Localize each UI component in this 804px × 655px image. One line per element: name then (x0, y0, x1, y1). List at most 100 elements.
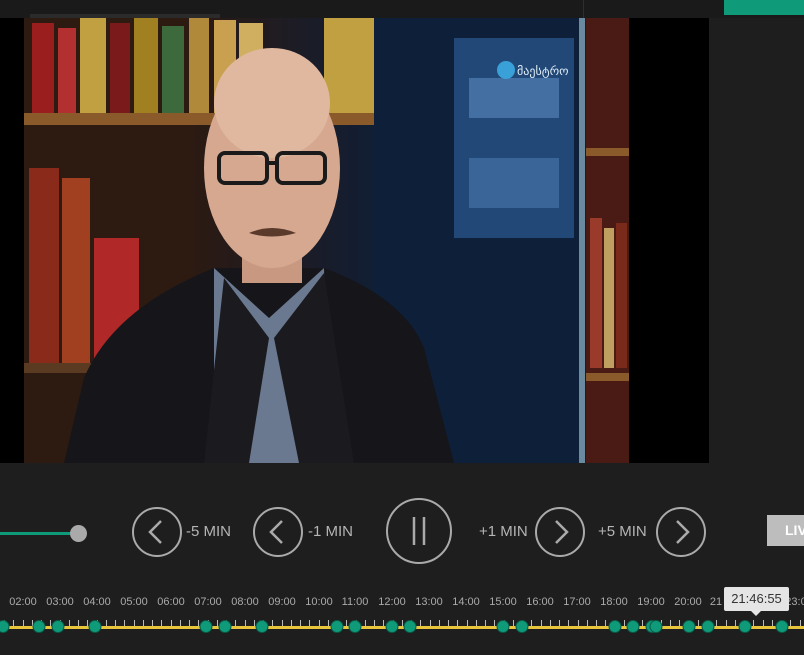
program-marker[interactable] (385, 620, 399, 633)
hour-tick-label: 16:00 (526, 596, 554, 608)
hour-tick-label: 21 (709, 596, 723, 608)
hour-tick-label: 10:00 (305, 596, 333, 608)
hour-tick-label: 13:00 (415, 596, 443, 608)
forward-5min-button[interactable] (656, 507, 706, 557)
program-marker[interactable] (701, 620, 715, 633)
hour-tick-label: 18:00 (600, 596, 628, 608)
chevron-left-icon (269, 520, 283, 544)
program-marker[interactable] (51, 620, 65, 633)
minor-tick (624, 620, 625, 626)
minor-tick (679, 620, 680, 626)
program-marker[interactable] (199, 620, 213, 633)
hour-tick-label: 05:00 (120, 596, 148, 608)
hour-tick-label: 19:00 (637, 596, 665, 608)
hour-tick-label: 12:00 (378, 596, 406, 608)
program-marker[interactable] (403, 620, 417, 633)
forward-1min-button[interactable] (535, 507, 585, 557)
minor-tick (568, 620, 569, 626)
program-marker[interactable] (775, 620, 789, 633)
program-marker[interactable] (738, 620, 752, 633)
minor-tick (513, 620, 514, 626)
hour-tick-label: 09:00 (268, 596, 296, 608)
minor-tick (716, 620, 717, 626)
minor-tick (578, 620, 579, 626)
rewind-5min-label: -5 MIN (186, 523, 231, 540)
hour-tick-label: 15:00 (489, 596, 517, 608)
video-scene: მაესტრო (24, 18, 629, 463)
minor-tick (365, 620, 366, 626)
pause-icon (412, 517, 426, 545)
minor-tick (550, 620, 551, 626)
minor-tick (420, 620, 421, 626)
minor-tick (319, 620, 320, 626)
minor-tick (541, 620, 542, 626)
minor-tick (494, 620, 495, 626)
live-button[interactable]: LIV (767, 515, 804, 546)
program-marker[interactable] (0, 620, 10, 633)
minor-tick (180, 620, 181, 626)
minor-tick (13, 620, 14, 626)
program-marker[interactable] (218, 620, 232, 633)
rewind-5min-button[interactable] (132, 507, 182, 557)
minor-tick (457, 620, 458, 626)
minor-tick (78, 620, 79, 626)
minor-tick (152, 620, 153, 626)
minor-tick (605, 620, 606, 626)
hour-tick-label: 20:00 (674, 596, 702, 608)
minor-tick (272, 620, 273, 626)
program-marker[interactable] (88, 620, 102, 633)
minor-tick (587, 620, 588, 626)
program-marker[interactable] (348, 620, 362, 633)
video-frame: მაესტრო (24, 18, 629, 463)
minor-tick (171, 620, 172, 626)
program-marker[interactable] (330, 620, 344, 633)
minor-tick (726, 620, 727, 626)
minor-tick (134, 620, 135, 626)
minor-tick (642, 620, 643, 626)
hour-tick-label: 08:00 (231, 596, 259, 608)
minor-tick (189, 620, 190, 626)
video-player[interactable]: მაესტრო (0, 18, 709, 463)
hour-tick-label: 02:00 (9, 596, 37, 608)
top-bar (0, 0, 804, 18)
minor-tick (383, 620, 384, 626)
program-marker[interactable] (649, 620, 663, 633)
program-marker[interactable] (255, 620, 269, 633)
active-tab-indicator[interactable] (724, 0, 804, 15)
minor-tick (439, 620, 440, 626)
program-marker[interactable] (32, 620, 46, 633)
minor-tick (235, 620, 236, 626)
top-divider (583, 0, 584, 18)
program-marker[interactable] (682, 620, 696, 633)
minor-tick (531, 620, 532, 626)
minor-tick (300, 620, 301, 626)
hour-tick-label: 17:00 (563, 596, 591, 608)
chevron-right-icon (555, 520, 569, 544)
rewind-1min-button[interactable] (253, 507, 303, 557)
minor-tick (115, 620, 116, 626)
program-marker[interactable] (608, 620, 622, 633)
minor-tick (596, 620, 597, 626)
hour-tick-label: 11:00 (341, 596, 369, 608)
minor-tick (735, 620, 736, 626)
volume-slider-track[interactable] (0, 532, 78, 535)
chevron-right-icon (676, 520, 690, 544)
minor-tick (245, 620, 246, 626)
minor-tick (790, 620, 791, 626)
minor-tick (161, 620, 162, 626)
minor-tick (69, 620, 70, 626)
forward-5min-label: +5 MIN (598, 523, 647, 540)
program-marker[interactable] (515, 620, 529, 633)
minor-tick (800, 620, 801, 626)
timeline-scrubber[interactable]: 02:00 03:00 04:00 05:00 06:00 07:00 08:00 09:00… (0, 590, 804, 655)
minor-tick (763, 620, 764, 626)
minor-tick (670, 620, 671, 626)
program-marker[interactable] (496, 620, 510, 633)
forward-1min-label: +1 MIN (479, 523, 528, 540)
minor-tick (346, 620, 347, 626)
minor-tick (309, 620, 310, 626)
program-marker[interactable] (626, 620, 640, 633)
minor-tick (106, 620, 107, 626)
pause-button[interactable] (386, 498, 452, 564)
volume-slider-handle[interactable] (70, 525, 87, 542)
